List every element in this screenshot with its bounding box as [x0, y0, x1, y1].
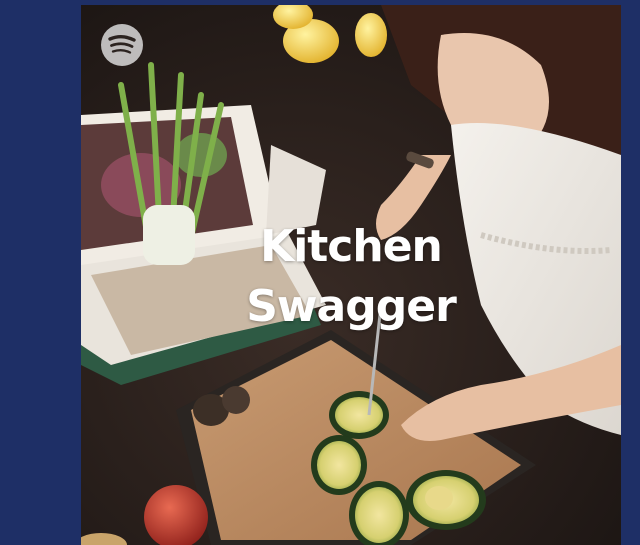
- cover-photo: [81, 5, 621, 545]
- page-frame: Kitchen Swagger: [0, 0, 640, 545]
- playlist-title-line2: Swagger: [246, 281, 457, 332]
- playlist-cover[interactable]: Kitchen Swagger: [81, 5, 621, 545]
- playlist-title-line1: Kitchen: [260, 221, 443, 272]
- spotify-logo-icon: [101, 24, 143, 66]
